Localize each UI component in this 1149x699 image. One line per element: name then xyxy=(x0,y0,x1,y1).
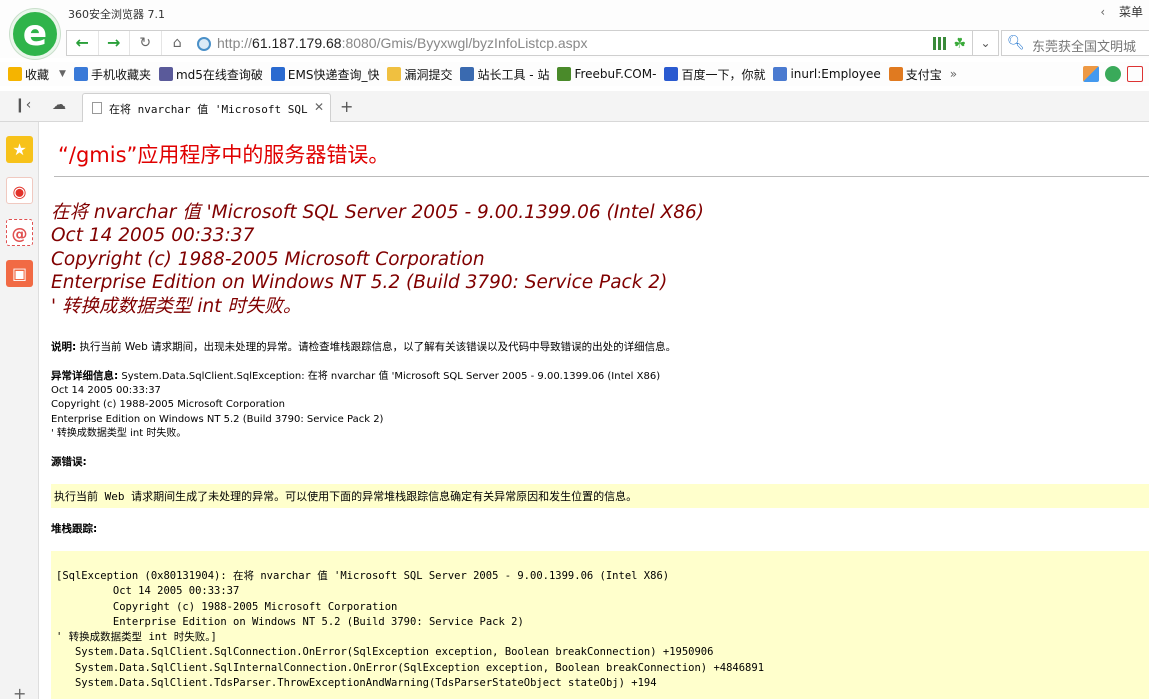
refresh-button[interactable]: ↻ xyxy=(130,31,162,55)
bookmark-label: 手机收藏夹 xyxy=(90,67,151,82)
chevron-left-icon[interactable]: ‹ xyxy=(1100,5,1105,19)
browser-logo[interactable]: e xyxy=(10,9,60,59)
favorites-star-icon[interactable]: ★ xyxy=(6,136,33,163)
bookmark-label: EMS快递查询_快 xyxy=(287,67,380,82)
source-error-box: 执行当前 Web 请求期间生成了未处理的异常。可以使用下面的异常堆栈跟踪信息确定… xyxy=(51,484,1149,508)
nav-buttons: ← → ↻ ⌂ xyxy=(66,30,194,56)
bookmarks-bar: 收藏 ▼ 手机收藏夹 md5在线查询破 EMS快递查询_快 漏洞提交 站长工具 - 站 Fre… xyxy=(0,62,1149,86)
divider xyxy=(54,176,1149,177)
title-bar: 360安全浏览器 7.1 ‹ 菜单 xyxy=(0,0,1149,30)
globe-icon xyxy=(197,37,211,51)
chevron-down-icon[interactable]: ⌄ xyxy=(973,30,999,56)
page-title: “/gmis”应用程序中的服务器错误。 xyxy=(58,143,390,167)
page-icon xyxy=(92,102,102,114)
url-scheme: http:// xyxy=(217,35,253,51)
bookmark-favicon-icon xyxy=(888,67,903,81)
bookmark-label: FreebuF.COM- xyxy=(574,67,657,81)
add-sidebar-icon[interactable]: + xyxy=(13,684,26,699)
forward-button[interactable]: → xyxy=(99,31,130,55)
translate-icon[interactable] xyxy=(1127,66,1143,82)
navigation-bar: ← → ↻ ⌂ http://61.187.179.68:8080/Gmis/B… xyxy=(0,30,1149,58)
bookmark-item[interactable]: md5在线查询破 xyxy=(158,66,263,83)
sidebar: ★ ◉ @ ▣ + xyxy=(0,122,39,699)
url-host: 61.187.179.68 xyxy=(252,35,342,51)
shopping-icon[interactable]: ▣ xyxy=(6,260,33,287)
compat-mode-icon[interactable]: ☘ xyxy=(953,36,966,52)
address-bar[interactable]: http://61.187.179.68:8080/Gmis/Byyxwgl/b… xyxy=(193,30,973,56)
bookmark-label: 站长工具 - 站 xyxy=(477,67,550,82)
bookmark-label: 支付宝 xyxy=(905,67,942,82)
search-input[interactable]: 东莞获全国文明城 xyxy=(1032,36,1136,55)
shield-icon[interactable] xyxy=(1105,66,1121,82)
tab-title: 在将 nvarchar 值 'Microsoft SQL Se xyxy=(109,103,313,116)
exception-details: 异常详细信息: System.Data.SqlClient.SqlExcepti… xyxy=(51,369,660,441)
bookmark-favicon-icon xyxy=(557,67,572,81)
bookmark-favicon-icon xyxy=(460,67,475,81)
bookmark-item[interactable]: FreebuF.COM- xyxy=(557,67,656,81)
bookmark-favicon-icon xyxy=(270,67,285,81)
description-label: 说明: xyxy=(51,341,77,353)
title-bar-right: ‹ 菜单 xyxy=(1100,3,1143,20)
description: 说明: 执行当前 Web 请求期间，出现未处理的异常。请检查堆栈跟踪信息，以了解… xyxy=(51,339,676,354)
bookmark-favicon-icon xyxy=(73,67,88,81)
logo-e-icon: e xyxy=(22,13,48,54)
bookmark-favicon-icon xyxy=(773,67,788,81)
bookmark-item[interactable]: 站长工具 - 站 xyxy=(460,66,549,83)
tab-strip: ❙‹ ☁︎ 在将 nvarchar 值 'Microsoft SQL Se ✕ … xyxy=(0,91,1149,122)
more-bookmarks-icon[interactable]: » xyxy=(950,67,957,81)
stack-trace-label: 堆栈跟踪: xyxy=(51,523,98,535)
page-content: “/gmis”应用程序中的服务器错误。 在将 nvarchar 值 'Micro… xyxy=(40,122,1149,699)
app-title: 360安全浏览器 7.1 xyxy=(68,8,165,21)
menu-button[interactable]: 菜单 xyxy=(1119,5,1143,19)
bookmark-label: 百度一下，你就 xyxy=(681,67,766,82)
home-button[interactable]: ⌂ xyxy=(162,31,193,55)
bookmarks-bar-tools xyxy=(1083,66,1143,82)
cloud-icon[interactable]: ☁︎ xyxy=(52,97,66,113)
bookmark-label: 漏洞提交 xyxy=(404,67,453,82)
bookmark-item[interactable]: 百度一下，你就 xyxy=(664,66,765,83)
bookmark-label: inurl:Employee xyxy=(790,67,881,81)
bookmark-item[interactable]: 支付宝 xyxy=(888,66,942,83)
bookmark-favicon-icon xyxy=(664,67,679,81)
bookmark-item[interactable]: 手机收藏夹 xyxy=(73,66,151,83)
stack-trace-box: [SqlException (0x80131904): 在将 nvarchar … xyxy=(51,551,1149,699)
exception-text: System.Data.SqlClient.SqlException: 在将 n… xyxy=(51,371,661,439)
bookmark-item[interactable]: inurl:Employee xyxy=(773,67,881,81)
mail-icon[interactable]: @ xyxy=(6,219,33,246)
back-button[interactable]: ← xyxy=(67,31,99,55)
bookmark-item[interactable]: 漏洞提交 xyxy=(387,66,452,83)
close-icon[interactable]: ✕ xyxy=(314,100,324,114)
search-box[interactable]: 🔍︎ 东莞获全国文明城 xyxy=(1001,30,1149,56)
address-url[interactable]: http://61.187.179.68:8080/Gmis/Byyxwgl/b… xyxy=(217,35,587,51)
new-tab-button[interactable]: + xyxy=(340,97,353,116)
bookmark-favicon-icon xyxy=(158,67,173,81)
bookmark-item[interactable]: EMS快递查询_快 xyxy=(270,66,380,83)
source-error-label: 源错误: xyxy=(51,456,87,468)
star-icon xyxy=(8,67,22,81)
bookmark-item[interactable]: 收藏 ▼ xyxy=(8,66,66,83)
bookmark-label: md5在线查询破 xyxy=(175,67,263,82)
bookmark-favicon-icon xyxy=(387,67,402,81)
exception-label: 异常详细信息: xyxy=(51,370,119,382)
weibo-icon[interactable]: ◉ xyxy=(6,177,33,204)
qr-code-icon[interactable] xyxy=(933,37,946,50)
tab-back-icon[interactable]: ❙‹ xyxy=(14,97,31,113)
bookmark-label: 收藏 xyxy=(25,67,50,82)
apps-icon[interactable] xyxy=(1083,66,1099,82)
search-icon[interactable]: 🔍︎ xyxy=(1007,35,1025,51)
chevron-down-icon[interactable]: ▼ xyxy=(59,69,66,79)
url-path: :8080/Gmis/Byyxwgl/byzInfoListcp.aspx xyxy=(341,35,588,51)
error-title: 在将 nvarchar 值 'Microsoft SQL Server 2005… xyxy=(51,202,704,317)
tab-active[interactable]: 在将 nvarchar 值 'Microsoft SQL Se ✕ xyxy=(82,93,331,122)
description-text: 执行当前 Web 请求期间，出现未处理的异常。请检查堆栈跟踪信息，以了解有关该错… xyxy=(76,341,677,353)
